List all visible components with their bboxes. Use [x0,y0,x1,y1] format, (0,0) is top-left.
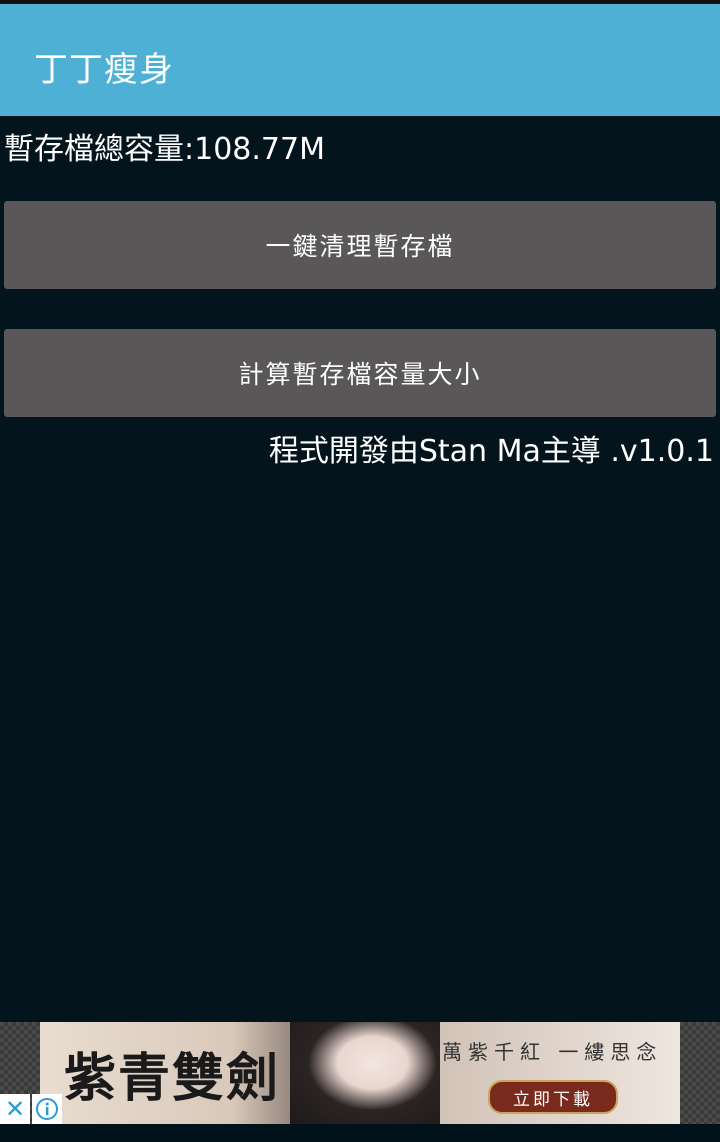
ad-slogan: 萬紫千紅 一縷思念 [442,1040,663,1064]
developer-credit: 程式開發由Stan Ma主導 .v1.0.1 [268,434,714,469]
ad-info-icon[interactable] [32,1094,62,1124]
app-title: 丁丁瘦身 [34,50,174,90]
ad-download-button[interactable]: 立即下載 [488,1080,618,1114]
ad-banner[interactable]: 紫青雙劍 萬紫千紅 一縷思念 立即下載 [0,1022,720,1124]
ad-game-title: 紫青雙劍 [64,1048,281,1109]
ad-character-image [290,1022,440,1124]
calculate-cache-size-button[interactable]: 計算暫存檔容量大小 [4,329,716,417]
bottom-strip [0,1124,720,1142]
ad-close-icon[interactable]: ✕ [0,1094,30,1124]
action-bar: 丁丁瘦身 [0,4,720,116]
ad-image[interactable]: 紫青雙劍 萬紫千紅 一縷思念 立即下載 [40,1022,680,1124]
cache-total-text: 暫存檔總容量:108.77M [4,132,325,167]
clean-cache-button[interactable]: 一鍵清理暫存檔 [4,201,716,289]
